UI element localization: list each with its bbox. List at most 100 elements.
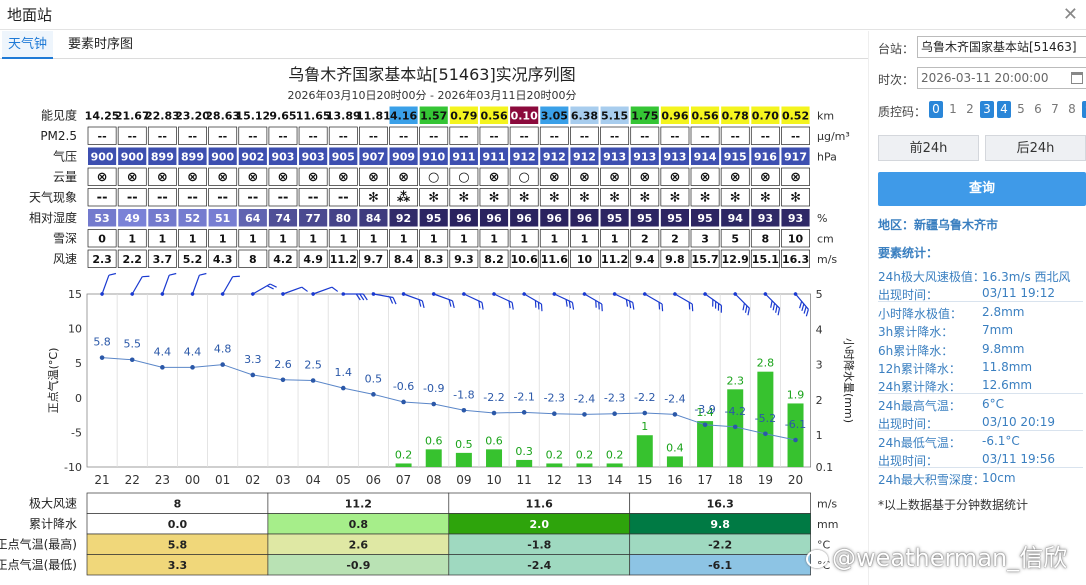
table-cell-value: 2 [641,232,649,245]
calendar-icon[interactable] [1071,72,1083,84]
qc-code-7[interactable]: 7 [1048,101,1062,118]
table-cell-value: 1 [189,232,197,245]
temperature-point [612,411,617,417]
stat-key: 3h累计降水： [878,325,954,339]
table-cell-value: 0.52 [782,109,809,122]
summary-label: 极大风速 [29,496,77,510]
row-label: 天气现象 [29,189,77,204]
stat-key: 出现时间： [878,288,939,302]
temp-axis-label: 正点气温(°C) [46,348,60,414]
query-button[interactable]: 查询 [878,172,1086,206]
stat-divider [878,393,1083,394]
rain-bar-label: 0.6 [485,434,503,447]
x-tick-label: 22 [125,473,140,487]
table-cell-value: ✻ [458,190,469,205]
stat-value: 2.8mm [982,305,1025,319]
table-cell-value: 64 [245,212,261,225]
time-field[interactable]: 2026-03-11 20:00:00 [917,67,1086,89]
watermark: @weatherman_信欣 [806,538,1067,573]
table-cell-value: 96 [486,212,502,225]
table-cell-value: 905 [332,150,355,163]
temperature-label: -2.3 [604,392,625,405]
qc-code-3[interactable]: 3 [980,101,994,118]
close-icon[interactable]: ✕ [1063,4,1078,25]
x-tick-label: 01 [215,473,230,487]
summary-cell-value: -1.8 [527,538,551,551]
qc-code-4[interactable]: 4 [997,101,1011,118]
temperature-point [431,401,437,407]
table-cell-value: 899 [151,150,174,163]
table-cell-value: -- [309,130,318,143]
table-cell-value: 8 [762,232,770,245]
table-cell-value: 95 [637,212,652,225]
temperature-label: -0.6 [393,380,414,393]
qc-code-9[interactable]: 9 [1082,101,1086,118]
rain-bar [787,403,804,467]
stat-value: 12.6mm [982,378,1033,392]
table-cell-value: ⊗ [579,170,590,185]
row-unit: % [817,212,827,225]
table-cell-value: -- [701,130,710,143]
table-cell-value: 53 [155,212,170,225]
temperature-point [732,424,738,430]
table-cell-value: 2.3 [92,253,112,266]
table-cell-value: 96 [517,212,533,225]
next-24h-button[interactable]: 后24h [985,135,1086,161]
x-tick-label: 18 [728,473,743,487]
table-cell-value: 1 [520,232,528,245]
qc-code-2[interactable]: 2 [963,101,977,118]
table-cell-value: -- [248,130,257,143]
time-value: 2026-03-11 20:00:00 [921,71,1049,85]
tab-element-series[interactable]: 要素时序图 [62,31,139,59]
table-cell-value: 1 [339,232,347,245]
x-tick-label: 06 [366,473,381,487]
table-cell-value: 900 [211,150,234,163]
stat-value: -6.1°C [982,434,1020,448]
wind-barb-shaft [312,286,333,295]
table-cell-value: 8.2 [484,253,504,266]
temperature-label: -6.1 [785,418,806,431]
table-cell-value: 1.75 [631,109,658,122]
station-field[interactable]: 乌鲁木齐国家基本站[51463] [917,36,1086,58]
qc-code-6[interactable]: 6 [1031,101,1045,118]
tab-weather-clock[interactable]: 天气钟 [2,31,54,59]
table-cell-value: 11.6 [541,253,568,266]
table-cell-value: ✻ [609,190,620,205]
summary-label: 正点气温(最高) [0,536,77,551]
x-tick-label: 17 [697,473,712,487]
prev-24h-button[interactable]: 前24h [878,135,979,161]
table-cell-value: 0.70 [752,109,779,122]
wind-barb-flag [169,272,177,276]
table-cell-value: 912 [513,150,536,163]
temperature-point [310,378,316,383]
table-cell-value: 1 [550,232,558,245]
wind-barb-dot [341,292,346,296]
x-tick-label: 15 [637,473,652,487]
stat-value: 7mm [982,323,1014,337]
qc-code-0[interactable]: 0 [929,101,943,118]
table-cell-value: 93 [758,212,773,225]
table-cell-value: -- [157,190,168,205]
rain-bar [636,435,653,467]
table-cell-value: 9.7 [364,253,384,266]
stat-row: 24h最低气温： -6.1°C [878,434,1020,451]
x-tick-label: 16 [667,473,682,487]
qc-code-8[interactable]: 8 [1065,101,1079,118]
row-unit: hPa [817,150,837,163]
stat-key: 6h累计降水： [878,344,954,358]
table-cell-value: ✻ [669,190,680,205]
right-tick-label: 2 [816,394,823,407]
table-cell-value: -- [128,130,137,143]
qc-code-1[interactable]: 1 [946,101,960,118]
summary-label: 累计降水 [29,517,77,531]
qc-code-5[interactable]: 5 [1014,101,1028,118]
stat-key: 出现时间： [878,417,939,431]
table-cell-value: 5.15 [601,109,628,122]
table-cell-value: 11.2 [330,253,357,266]
summary-cell-value: 11.2 [345,497,372,510]
table-cell-value: 10 [577,253,593,266]
temperature-label: -5.2 [755,412,776,425]
table-cell-value: 900 [121,150,144,163]
x-tick-label: 00 [185,473,200,487]
table-cell-value: ⊗ [97,170,108,185]
